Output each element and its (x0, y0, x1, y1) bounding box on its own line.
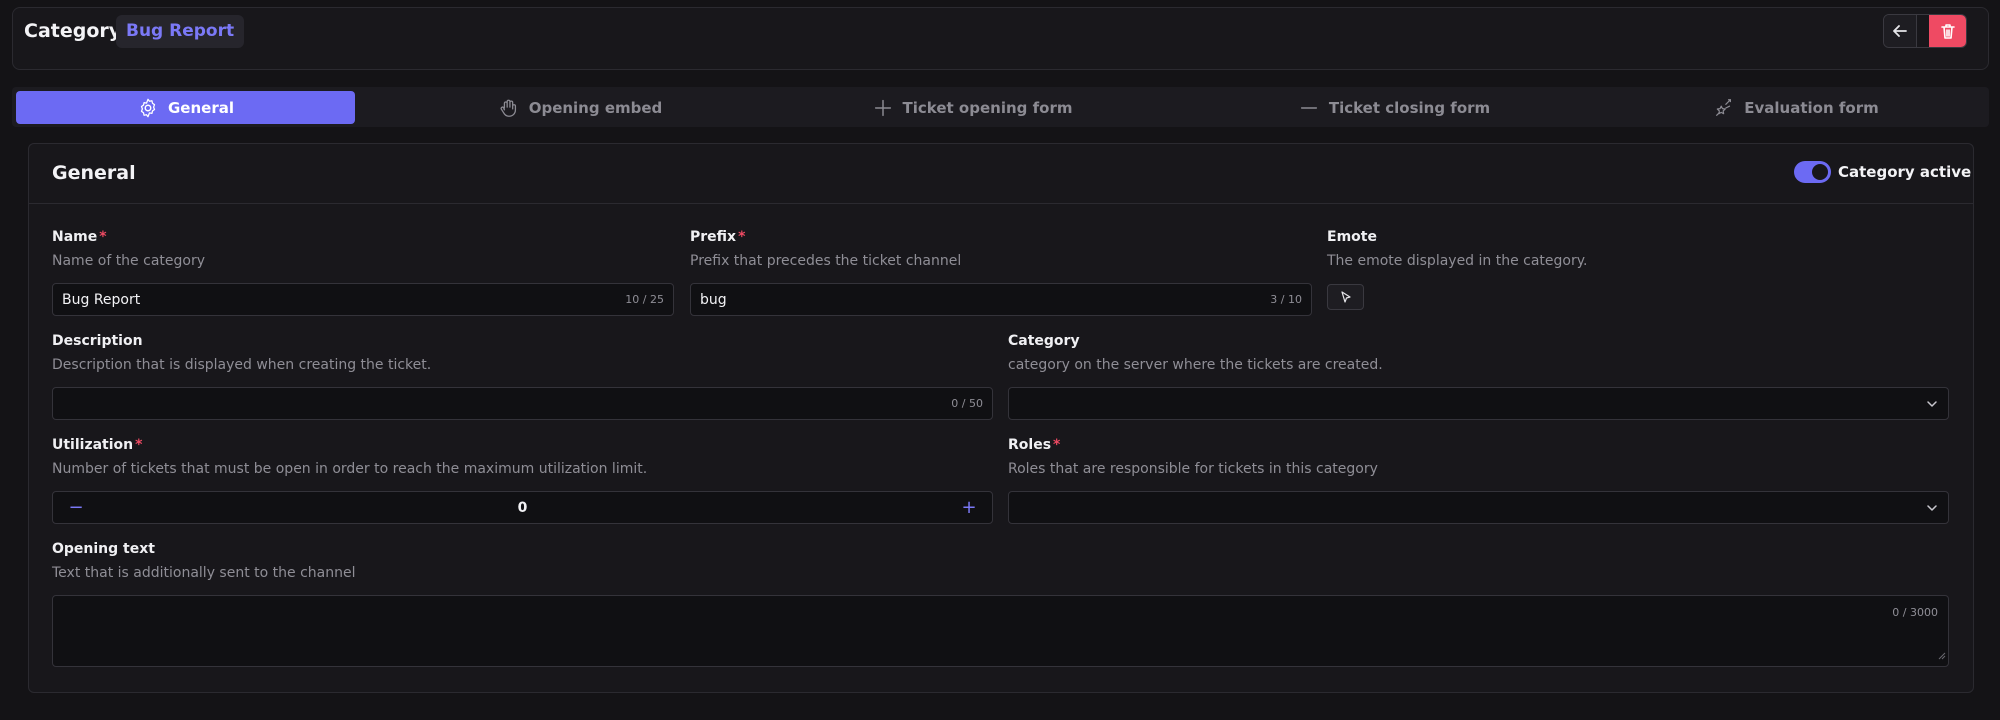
category-active-label: Category active (1838, 163, 1972, 181)
name-input[interactable]: Bug Report 10 / 25 (52, 283, 674, 316)
delete-button[interactable] (1929, 15, 1966, 47)
trash-icon (1940, 24, 1955, 39)
roles-description: Roles that are responsible for tickets i… (1008, 461, 1378, 477)
minus-icon (1300, 106, 1317, 109)
divider (29, 203, 1973, 204)
description-description: Description that is displayed when creat… (52, 357, 432, 373)
category-label: Category (1008, 333, 1080, 349)
category-description: category on the server where the tickets… (1008, 357, 1383, 373)
header-actions (1883, 14, 1967, 48)
gear-icon (140, 98, 156, 117)
roles-label: Roles * (1008, 437, 1060, 453)
tab-bar: General Opening embed Ticket opening for… (12, 87, 1989, 127)
required-mark: * (738, 229, 746, 245)
stars-icon (1716, 98, 1732, 116)
plus-icon (874, 99, 891, 116)
required-mark: * (135, 437, 143, 453)
cursor-icon (1340, 291, 1351, 303)
prefix-value: bug (700, 291, 727, 308)
utilization-description: Number of tickets that must be open in o… (52, 461, 648, 477)
description-counter: 0 / 50 (951, 397, 983, 410)
opening-text-textarea[interactable]: 0 / 3000 (52, 595, 1949, 667)
panel-title: General (52, 162, 136, 184)
decrement-button[interactable]: − (67, 497, 85, 518)
hand-wave-icon (500, 99, 516, 117)
utilization-label: Utilization * (52, 437, 142, 453)
chevron-down-icon (1925, 397, 1939, 411)
required-mark: * (1053, 437, 1061, 453)
tab-ticket-closing-form[interactable]: Ticket closing form (1214, 91, 1574, 124)
tab-label: General (168, 98, 234, 117)
chevron-down-icon (1925, 501, 1939, 515)
toggle-knob (1812, 164, 1828, 180)
prefix-label: Prefix * (690, 229, 745, 245)
description-label: Description (52, 333, 143, 349)
utilization-label-text: Utilization (52, 437, 134, 453)
prefix-label-text: Prefix (690, 229, 737, 245)
name-label: Name * (52, 229, 107, 245)
tab-label: Opening embed (528, 98, 663, 117)
roles-label-text: Roles (1008, 437, 1052, 453)
name-value: Bug Report (62, 291, 141, 308)
page-title: Category (24, 20, 122, 42)
utilization-value[interactable]: 0 (518, 500, 528, 516)
required-mark: * (99, 229, 107, 245)
emote-description: The emote displayed in the category. (1327, 253, 1588, 269)
opening-text-counter: 0 / 3000 (1892, 606, 1938, 619)
description-input[interactable]: 0 / 50 (52, 387, 993, 420)
name-description: Name of the category (52, 253, 205, 269)
tab-evaluation-form[interactable]: Evaluation form (1616, 91, 1976, 124)
resize-handle-icon[interactable] (1937, 645, 1946, 664)
tab-label: Ticket opening form (902, 98, 1073, 117)
back-button[interactable] (1884, 15, 1917, 47)
emote-picker-button[interactable] (1327, 284, 1364, 310)
utilization-stepper: − 0 + (52, 491, 993, 524)
opening-text-label: Opening text (52, 541, 155, 557)
tab-ticket-opening-form[interactable]: Ticket opening form (792, 91, 1152, 124)
prefix-input[interactable]: bug 3 / 10 (690, 283, 1312, 316)
tab-label: Evaluation form (1744, 98, 1879, 117)
emote-label: Emote (1327, 229, 1377, 245)
category-active-toggle[interactable] (1794, 161, 1831, 183)
name-label-text: Name (52, 229, 98, 245)
tab-general[interactable]: General (16, 91, 355, 124)
tab-opening-embed[interactable]: Opening embed (400, 91, 760, 124)
name-counter: 10 / 25 (625, 293, 664, 306)
tab-label: Ticket closing form (1328, 98, 1491, 117)
prefix-description: Prefix that precedes the ticket channel (690, 253, 962, 269)
page-header (12, 7, 1989, 70)
category-select[interactable] (1008, 387, 1949, 420)
opening-text-description: Text that is additionally sent to the ch… (52, 565, 356, 581)
roles-select[interactable] (1008, 491, 1949, 524)
increment-button[interactable]: + (960, 497, 978, 518)
arrow-left-icon (1893, 25, 1907, 37)
category-name-badge: Bug Report (116, 15, 245, 48)
prefix-counter: 3 / 10 (1270, 293, 1302, 306)
